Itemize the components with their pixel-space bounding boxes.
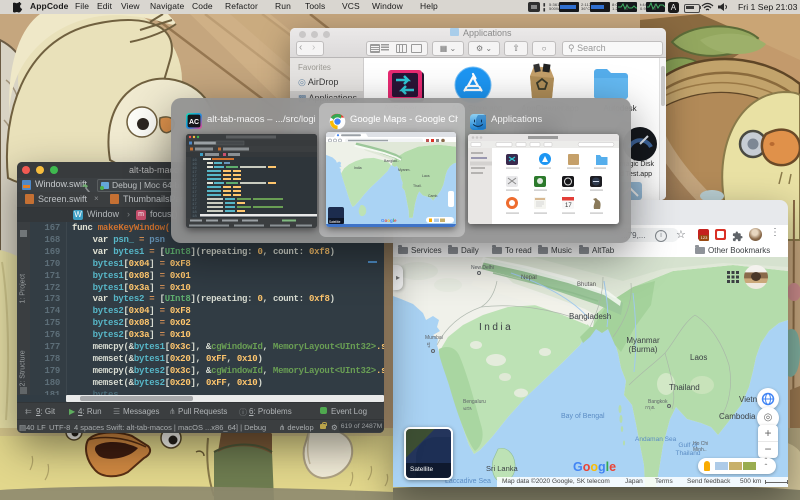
svg-text:Bengaluru: Bengaluru — [463, 399, 486, 405]
svg-text:Laccadive Sea: Laccadive Sea — [445, 478, 491, 485]
svg-text:Myanm.: Myanm. — [398, 168, 410, 172]
svg-text:Cambodia: Cambodia — [719, 412, 756, 421]
svg-text:17: 17 — [565, 203, 572, 209]
svg-text:Thail.: Thail. — [413, 184, 422, 188]
svg-text:Laos: Laos — [422, 174, 430, 178]
svg-text:Minh..: Minh.. — [693, 447, 707, 453]
svg-text:Laos: Laos — [690, 353, 707, 362]
svg-text:Nepal: Nepal — [521, 275, 537, 281]
svg-text:Bay of Bengal: Bay of Bengal — [561, 413, 605, 420]
svg-text:Bangladesh: Bangladesh — [569, 312, 611, 321]
svg-text:Google: Google — [381, 218, 397, 223]
svg-text:Banglad..: Banglad.. — [384, 159, 399, 163]
svg-text:(Burma): (Burma) — [629, 345, 658, 354]
svg-text:Myanmar: Myanmar — [626, 336, 660, 345]
svg-text:Satellite: Satellite — [329, 220, 341, 224]
svg-text:Mumbai: Mumbai — [425, 335, 443, 341]
svg-text:AC: AC — [189, 119, 199, 126]
svg-text:Andaman Sea: Andaman Sea — [635, 436, 677, 443]
svg-text:India: India — [354, 166, 362, 170]
svg-text:ಅನಸಿ: ಅನಸಿ — [463, 406, 472, 412]
svg-text:Thailand: Thailand — [669, 383, 700, 392]
svg-text:กรุงเ: กรุงเ — [645, 405, 655, 411]
svg-text:New Delhi: New Delhi — [471, 265, 494, 271]
svg-text:Camb.: Camb. — [428, 194, 438, 198]
svg-text:Bhutan: Bhutan — [577, 282, 596, 288]
svg-text:India: India — [479, 322, 513, 333]
svg-text:Sri Lanka: Sri Lanka — [486, 464, 519, 473]
